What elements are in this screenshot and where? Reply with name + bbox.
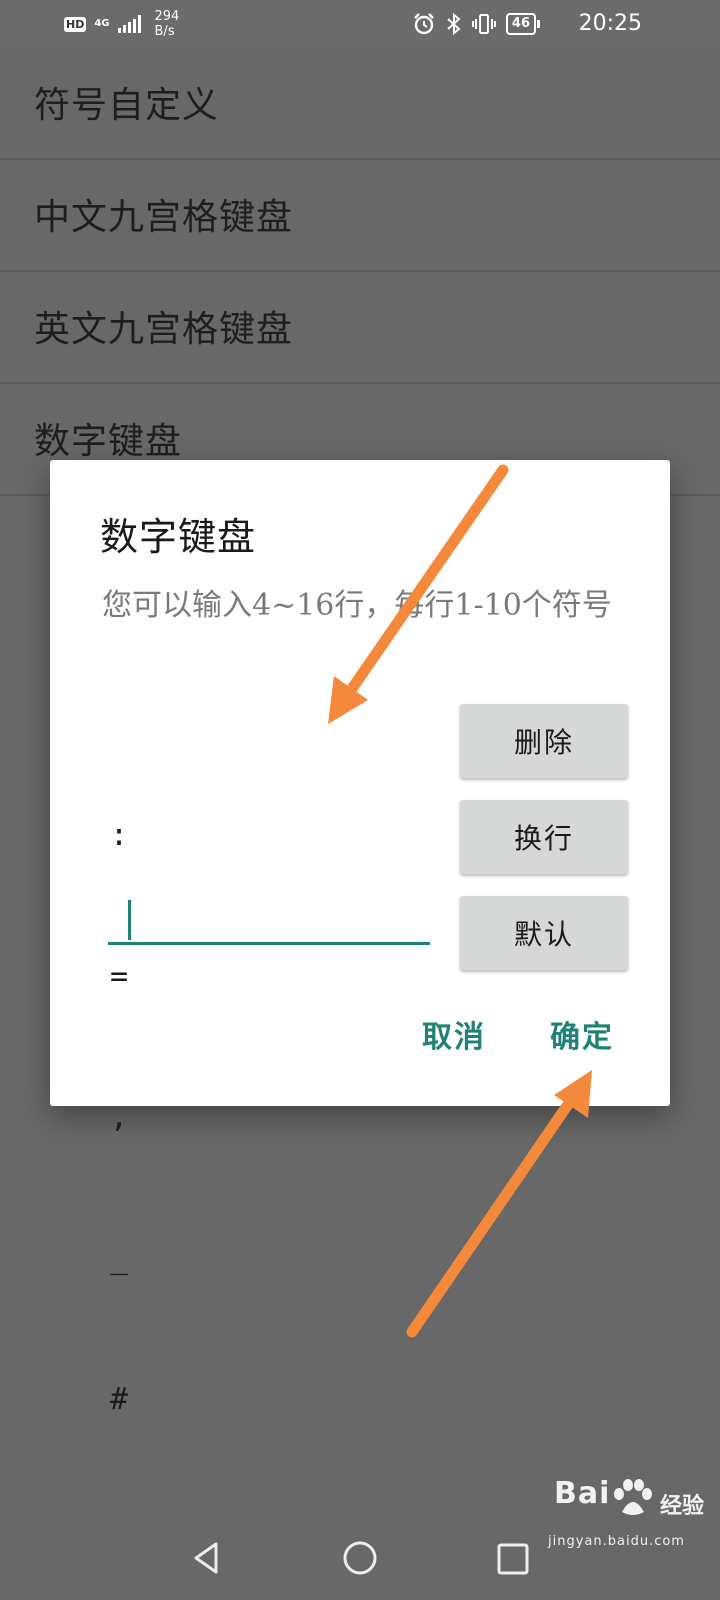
- list-item-symbol-custom[interactable]: 符号自定义: [0, 48, 720, 160]
- status-right: 46: [412, 10, 540, 38]
- watermark-url: jingyan.baidu.com: [548, 1534, 685, 1549]
- settings-list: 符号自定义 中文九宫格键盘 英文九宫格键盘 数字键盘: [0, 48, 720, 496]
- watermark: Bai 经验 jingyan.baidu.com: [548, 1470, 708, 1560]
- default-button[interactable]: 默认: [460, 896, 628, 970]
- clock: 20:25: [578, 11, 642, 36]
- text-caret: [128, 900, 131, 940]
- symbol-line: #: [110, 1382, 129, 1417]
- battery-icon: 46: [505, 13, 540, 35]
- symbol-input-field[interactable]: : = , _ #: [108, 718, 430, 1417]
- symbol-line: ,: [110, 1100, 129, 1135]
- delete-button[interactable]: 删除: [460, 704, 628, 778]
- cancel-button[interactable]: 取消: [422, 1012, 486, 1056]
- paw-icon: [614, 1479, 652, 1515]
- confirm-button[interactable]: 确定: [550, 1012, 614, 1056]
- watermark-brand: Bai: [554, 1476, 611, 1511]
- net-speed: 294 B/s: [155, 9, 180, 39]
- net-speed-value: 294: [154, 9, 180, 24]
- battery-level: 46: [505, 13, 536, 35]
- signal-icon: [117, 15, 141, 33]
- list-item-label: 中文九宫格键盘: [34, 197, 294, 238]
- net-speed-unit: B/s: [154, 24, 175, 39]
- newline-button[interactable]: 换行: [460, 800, 628, 874]
- list-item-label: 数字键盘: [34, 421, 183, 462]
- list-item-english-t9[interactable]: 英文九宫格键盘: [0, 272, 720, 384]
- alarm-icon: [414, 13, 434, 35]
- home-icon[interactable]: [342, 1540, 378, 1576]
- numeric-keyboard-dialog: 数字键盘 您可以输入4~16行，每行1-10个符号 : = , _ # 删除 换…: [50, 460, 670, 1417]
- bluetooth-icon: [447, 12, 461, 36]
- status-bar: HD 4G 294 B/s 46 20:25: [0, 0, 720, 48]
- arrow-to-confirm-icon: [406, 1070, 592, 1338]
- network-type: 4G: [94, 18, 110, 29]
- symbol-line: :: [110, 818, 129, 853]
- recent-apps-icon[interactable]: [496, 1542, 530, 1576]
- symbol-line: _: [110, 1241, 129, 1276]
- dialog-title: 数字键盘: [100, 515, 257, 559]
- watermark-suffix: 经验: [660, 1494, 705, 1519]
- symbol-line: =: [110, 959, 129, 994]
- hd-badge: HD: [64, 16, 87, 32]
- back-icon[interactable]: [188, 1540, 224, 1576]
- list-item-label: 英文九宫格键盘: [34, 309, 294, 350]
- status-left: HD 4G 294 B/s: [64, 8, 179, 40]
- symbol-input-text: : = , _ #: [110, 718, 218, 1517]
- list-item-chinese-t9[interactable]: 中文九宫格键盘: [0, 160, 720, 272]
- dialog-message: 您可以输入4~16行，每行1-10个符号: [102, 588, 612, 623]
- list-item-label: 符号自定义: [34, 85, 220, 126]
- input-underline: [108, 942, 430, 945]
- vibrate-icon: [471, 14, 496, 34]
